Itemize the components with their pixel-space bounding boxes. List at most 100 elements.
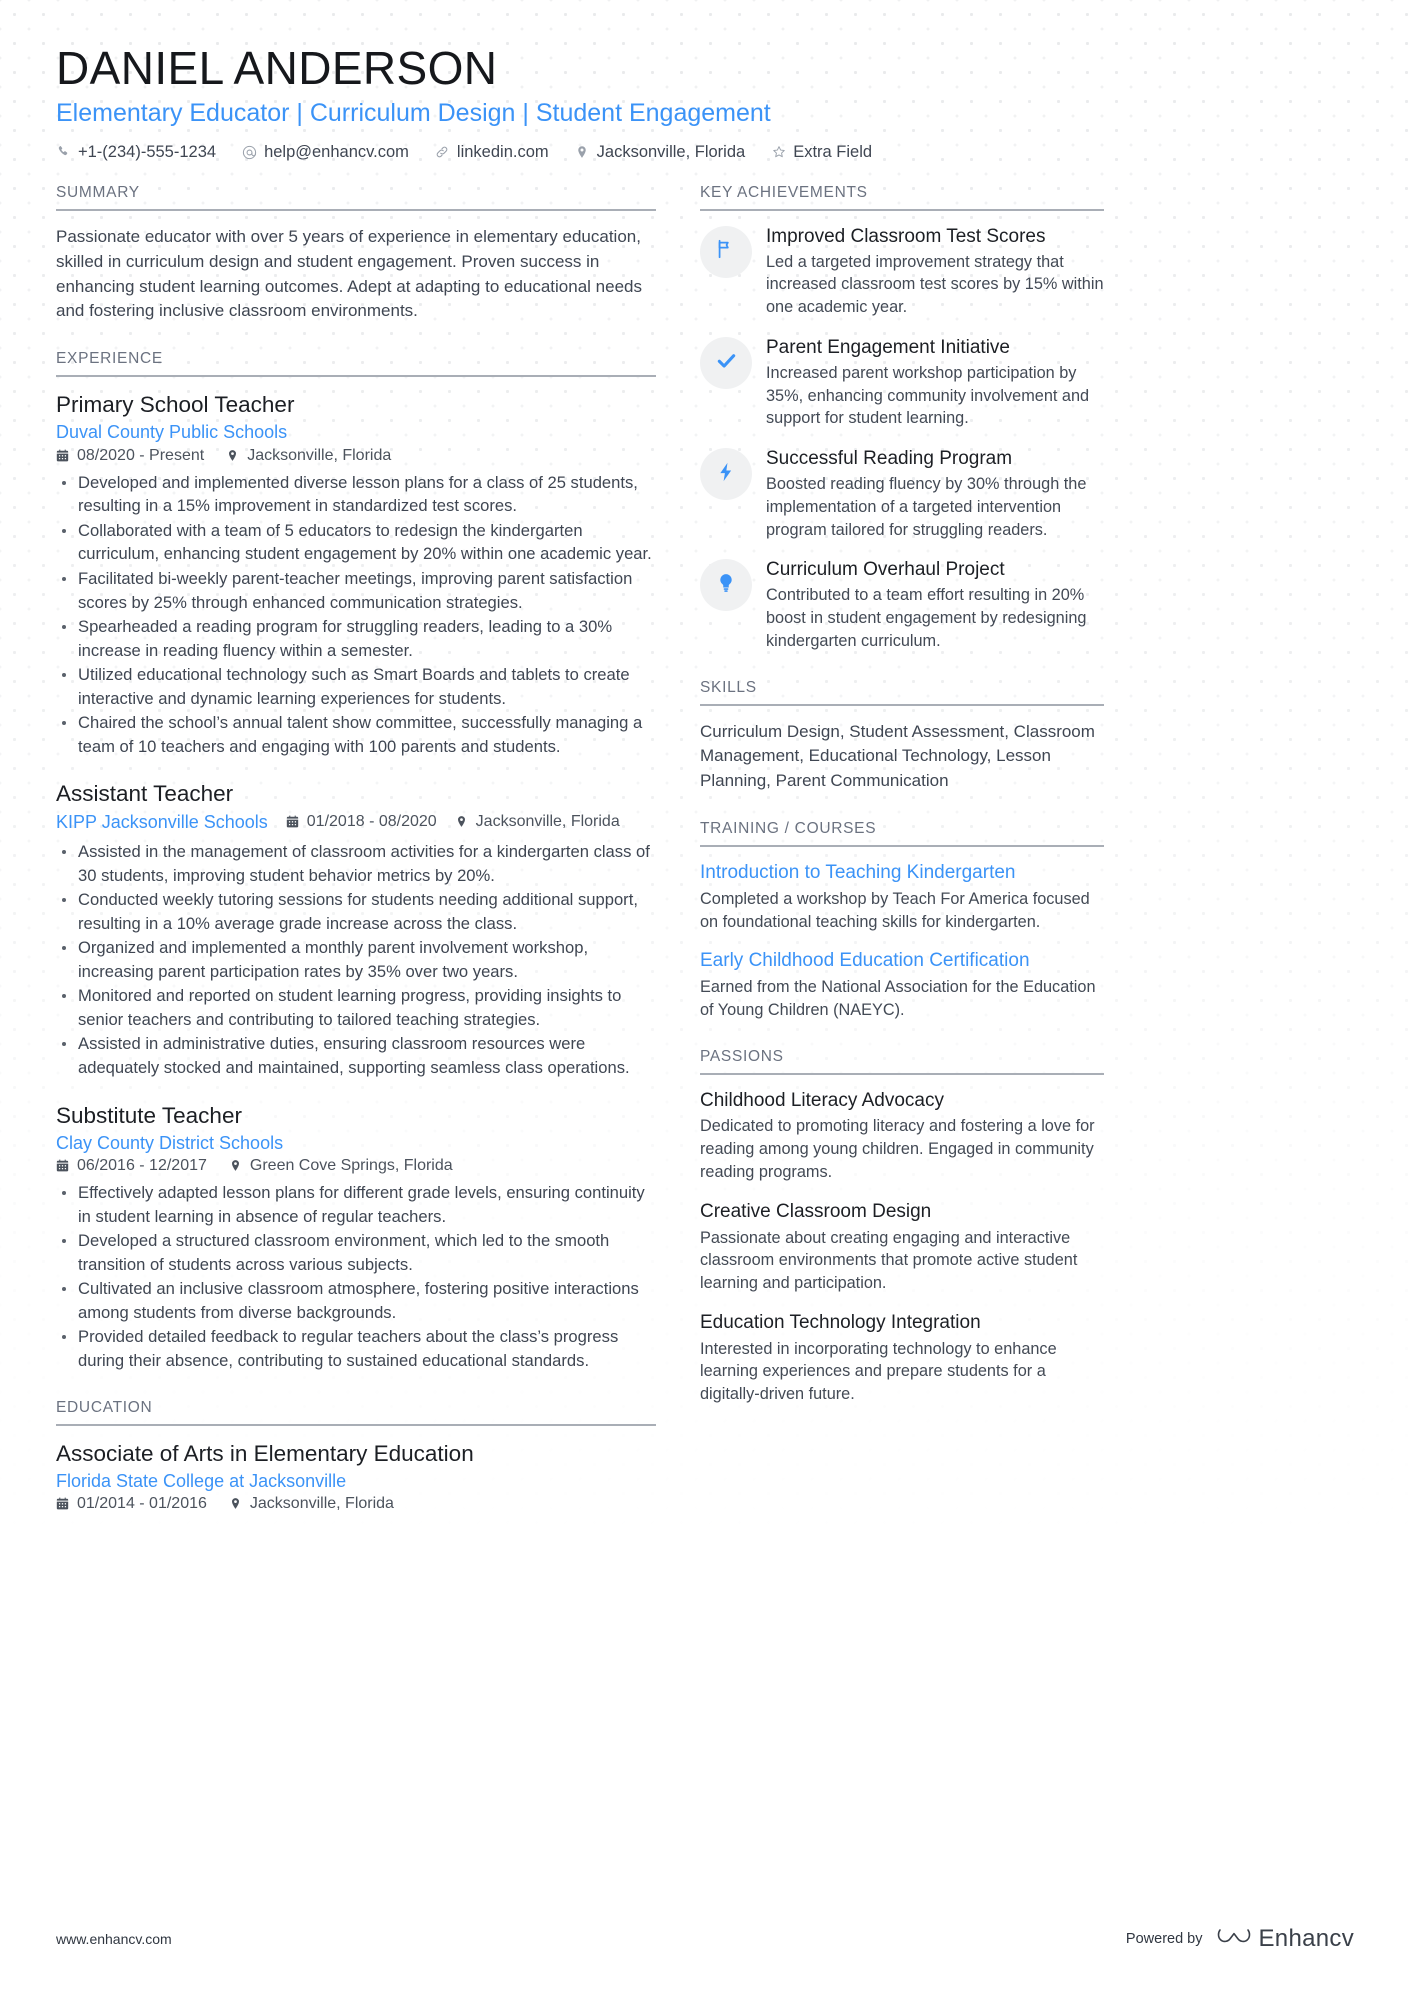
- location-icon: [229, 1497, 243, 1511]
- contact-extra-field: Extra Field: [771, 143, 872, 162]
- enhancv-mark-icon: [1217, 1926, 1251, 1953]
- job-bullet: Organized and implemented a monthly pare…: [56, 936, 656, 983]
- achievement-desc: Contributed to a team effort resulting i…: [766, 586, 1087, 650]
- section-experience: EXPERIENCE Primary School Teacher Duval …: [56, 350, 656, 1372]
- passion-item: Education Technology Integration Interes…: [700, 1311, 1104, 1406]
- resume-page: DANIEL ANDERSON Elementary Educator | Cu…: [0, 0, 1410, 1995]
- experience-item: Assistant Teacher KIPP Jacksonville Scho…: [56, 780, 656, 1079]
- job-bullet: Cultivated an inclusive classroom atmosp…: [56, 1277, 656, 1324]
- candidate-name: DANIEL ANDERSON: [56, 42, 498, 94]
- job-company[interactable]: Clay County District Schools: [56, 1132, 656, 1155]
- education-dates-text: 01/2014 - 01/2016: [77, 1495, 207, 1513]
- achievement-item: Parent Engagement Initiative Increased p…: [700, 336, 1104, 430]
- job-bullet: Conducted weekly tutoring sessions for s…: [56, 888, 656, 935]
- skills-text: Curriculum Design, Student Assessment, C…: [700, 721, 1095, 791]
- location-icon: [226, 449, 240, 463]
- job-dates: 01/2018 - 08/2020: [286, 813, 437, 831]
- job-title: Assistant Teacher: [56, 781, 234, 807]
- achievement-badge: [700, 448, 752, 501]
- achievement-title: Parent Engagement Initiative: [766, 337, 1010, 359]
- job-bullet: Assisted in administrative duties, ensur…: [56, 1032, 656, 1079]
- page-footer: www.enhancv.com Powered by Enhancv: [56, 1925, 1354, 1953]
- achievement-body: Improved Classroom Test Scores Led a tar…: [766, 225, 1104, 319]
- passion-title: Childhood Literacy Advocacy: [700, 1089, 944, 1111]
- calendar-icon: [56, 1497, 70, 1511]
- contact-location: Jacksonville, Florida: [575, 142, 746, 162]
- bolt-icon: [715, 461, 737, 488]
- job-title: Primary School Teacher: [56, 392, 295, 418]
- job-bullets: Effectively adapted lesson plans for dif…: [56, 1181, 656, 1373]
- job-meta: KIPP Jacksonville Schools 01/2018 - 08/2…: [56, 811, 656, 834]
- email-icon: [242, 145, 257, 160]
- section-passions: PASSIONS Childhood Literacy Advocacy Ded…: [700, 1048, 1104, 1406]
- passion-item: Childhood Literacy Advocacy Dedicated to…: [700, 1089, 1104, 1184]
- job-dates-text: 01/2018 - 08/2020: [306, 813, 437, 831]
- training-item: Introduction to Teaching Kindergarten Co…: [700, 861, 1104, 933]
- job-location-text: Jacksonville, Florida: [247, 446, 392, 464]
- education-school[interactable]: Florida State College at Jacksonville: [56, 1470, 656, 1493]
- check-icon: [715, 349, 738, 377]
- achievement-item: Improved Classroom Test Scores Led a tar…: [700, 225, 1104, 319]
- section-title-education: EDUCATION: [56, 1399, 656, 1426]
- section-title-key-achievements: KEY ACHIEVEMENTS: [700, 184, 1104, 211]
- job-bullets: Developed and implemented diverse lesson…: [56, 471, 656, 759]
- footer-url[interactable]: www.enhancv.com: [56, 1931, 172, 1947]
- achievement-desc: Increased parent workshop participation …: [766, 363, 1090, 428]
- job-bullet: Utilized educational technology such as …: [56, 663, 656, 710]
- calendar-icon: [56, 449, 70, 463]
- contact-email[interactable]: help@enhancv.com: [242, 143, 409, 162]
- resume-columns: SUMMARY Passionate educator with over 5 …: [56, 184, 1354, 1519]
- job-bullet: Collaborated with a team of 5 educators …: [56, 519, 656, 566]
- job-bullet: Developed and implemented diverse lesson…: [56, 471, 656, 518]
- education-location-text: Jacksonville, Florida: [249, 1495, 394, 1513]
- section-skills: SKILLS Curriculum Design, Student Assess…: [700, 679, 1104, 794]
- section-title-experience: EXPERIENCE: [56, 350, 656, 378]
- candidate-headline: Elementary Educator | Curriculum Design …: [56, 98, 771, 127]
- enhancv-wordmark: Enhancv: [1258, 1925, 1354, 1952]
- training-desc: Completed a workshop by Teach For Americ…: [700, 889, 1090, 931]
- experience-item: Substitute Teacher Clay County District …: [56, 1102, 656, 1373]
- job-dates: 08/2020 - Present: [56, 447, 204, 465]
- passion-item: Creative Classroom Design Passionate abo…: [700, 1200, 1104, 1295]
- achievement-desc: Boosted reading fluency by 30% through t…: [766, 475, 1087, 539]
- education-meta: 01/2014 - 01/2016 Jacksonville, Florida: [56, 1495, 656, 1513]
- job-company[interactable]: KIPP Jacksonville Schools: [56, 811, 268, 834]
- achievement-badge: [700, 337, 752, 390]
- section-title-passions: PASSIONS: [700, 1048, 1104, 1075]
- location-icon: [229, 1159, 243, 1173]
- resume-header: DANIEL ANDERSON Elementary Educator | Cu…: [56, 42, 1354, 162]
- job-dates: 06/2016 - 12/2017: [56, 1157, 207, 1175]
- education-degree: Associate of Arts in Elementary Educatio…: [56, 1440, 474, 1466]
- contact-email-text: help@enhancv.com: [264, 142, 409, 161]
- location-icon: [455, 815, 469, 829]
- job-bullet: Effectively adapted lesson plans for dif…: [56, 1181, 656, 1228]
- training-title[interactable]: Early Childhood Education Certification: [700, 949, 1104, 974]
- job-title: Substitute Teacher: [56, 1102, 242, 1128]
- star-icon: [771, 145, 786, 160]
- job-company[interactable]: Duval County Public Schools: [56, 421, 656, 444]
- job-bullet: Facilitated bi-weekly parent-teacher mee…: [56, 567, 656, 614]
- job-dates-text: 08/2020 - Present: [77, 446, 205, 464]
- job-meta: 06/2016 - 12/2017 Green Cove Springs, Fl…: [56, 1157, 656, 1175]
- contact-location-text: Jacksonville, Florida: [596, 142, 746, 161]
- job-dates-text: 06/2016 - 12/2017: [77, 1157, 207, 1175]
- contact-extra-field-text: Extra Field: [793, 142, 873, 161]
- contact-phone[interactable]: +1-(234)-555-1234: [56, 143, 216, 162]
- right-column: KEY ACHIEVEMENTS Improved Classroom Test…: [700, 184, 1104, 1406]
- flag-icon: [715, 238, 737, 265]
- job-bullet: Provided detailed feedback to regular te…: [56, 1325, 656, 1372]
- job-location-text: Jacksonville, Florida: [475, 813, 620, 831]
- achievement-body: Successful Reading Program Boosted readi…: [766, 447, 1104, 541]
- footer-branding: Powered by Enhancv: [1126, 1925, 1354, 1953]
- job-bullet: Developed a structured classroom environ…: [56, 1229, 656, 1276]
- training-title[interactable]: Introduction to Teaching Kindergarten: [700, 861, 1104, 886]
- achievement-item: Successful Reading Program Boosted readi…: [700, 447, 1104, 541]
- achievement-desc: Led a targeted improvement strategy that…: [766, 252, 1104, 317]
- section-title-skills: SKILLS: [700, 679, 1104, 706]
- contact-linkedin[interactable]: linkedin.com: [435, 143, 549, 162]
- achievement-title: Curriculum Overhaul Project: [766, 559, 1005, 581]
- passion-title: Education Technology Integration: [700, 1311, 981, 1333]
- job-bullet: Spearheaded a reading program for strugg…: [56, 615, 656, 662]
- education-item: Associate of Arts in Elementary Educatio…: [56, 1440, 656, 1514]
- achievement-badge: [700, 559, 752, 612]
